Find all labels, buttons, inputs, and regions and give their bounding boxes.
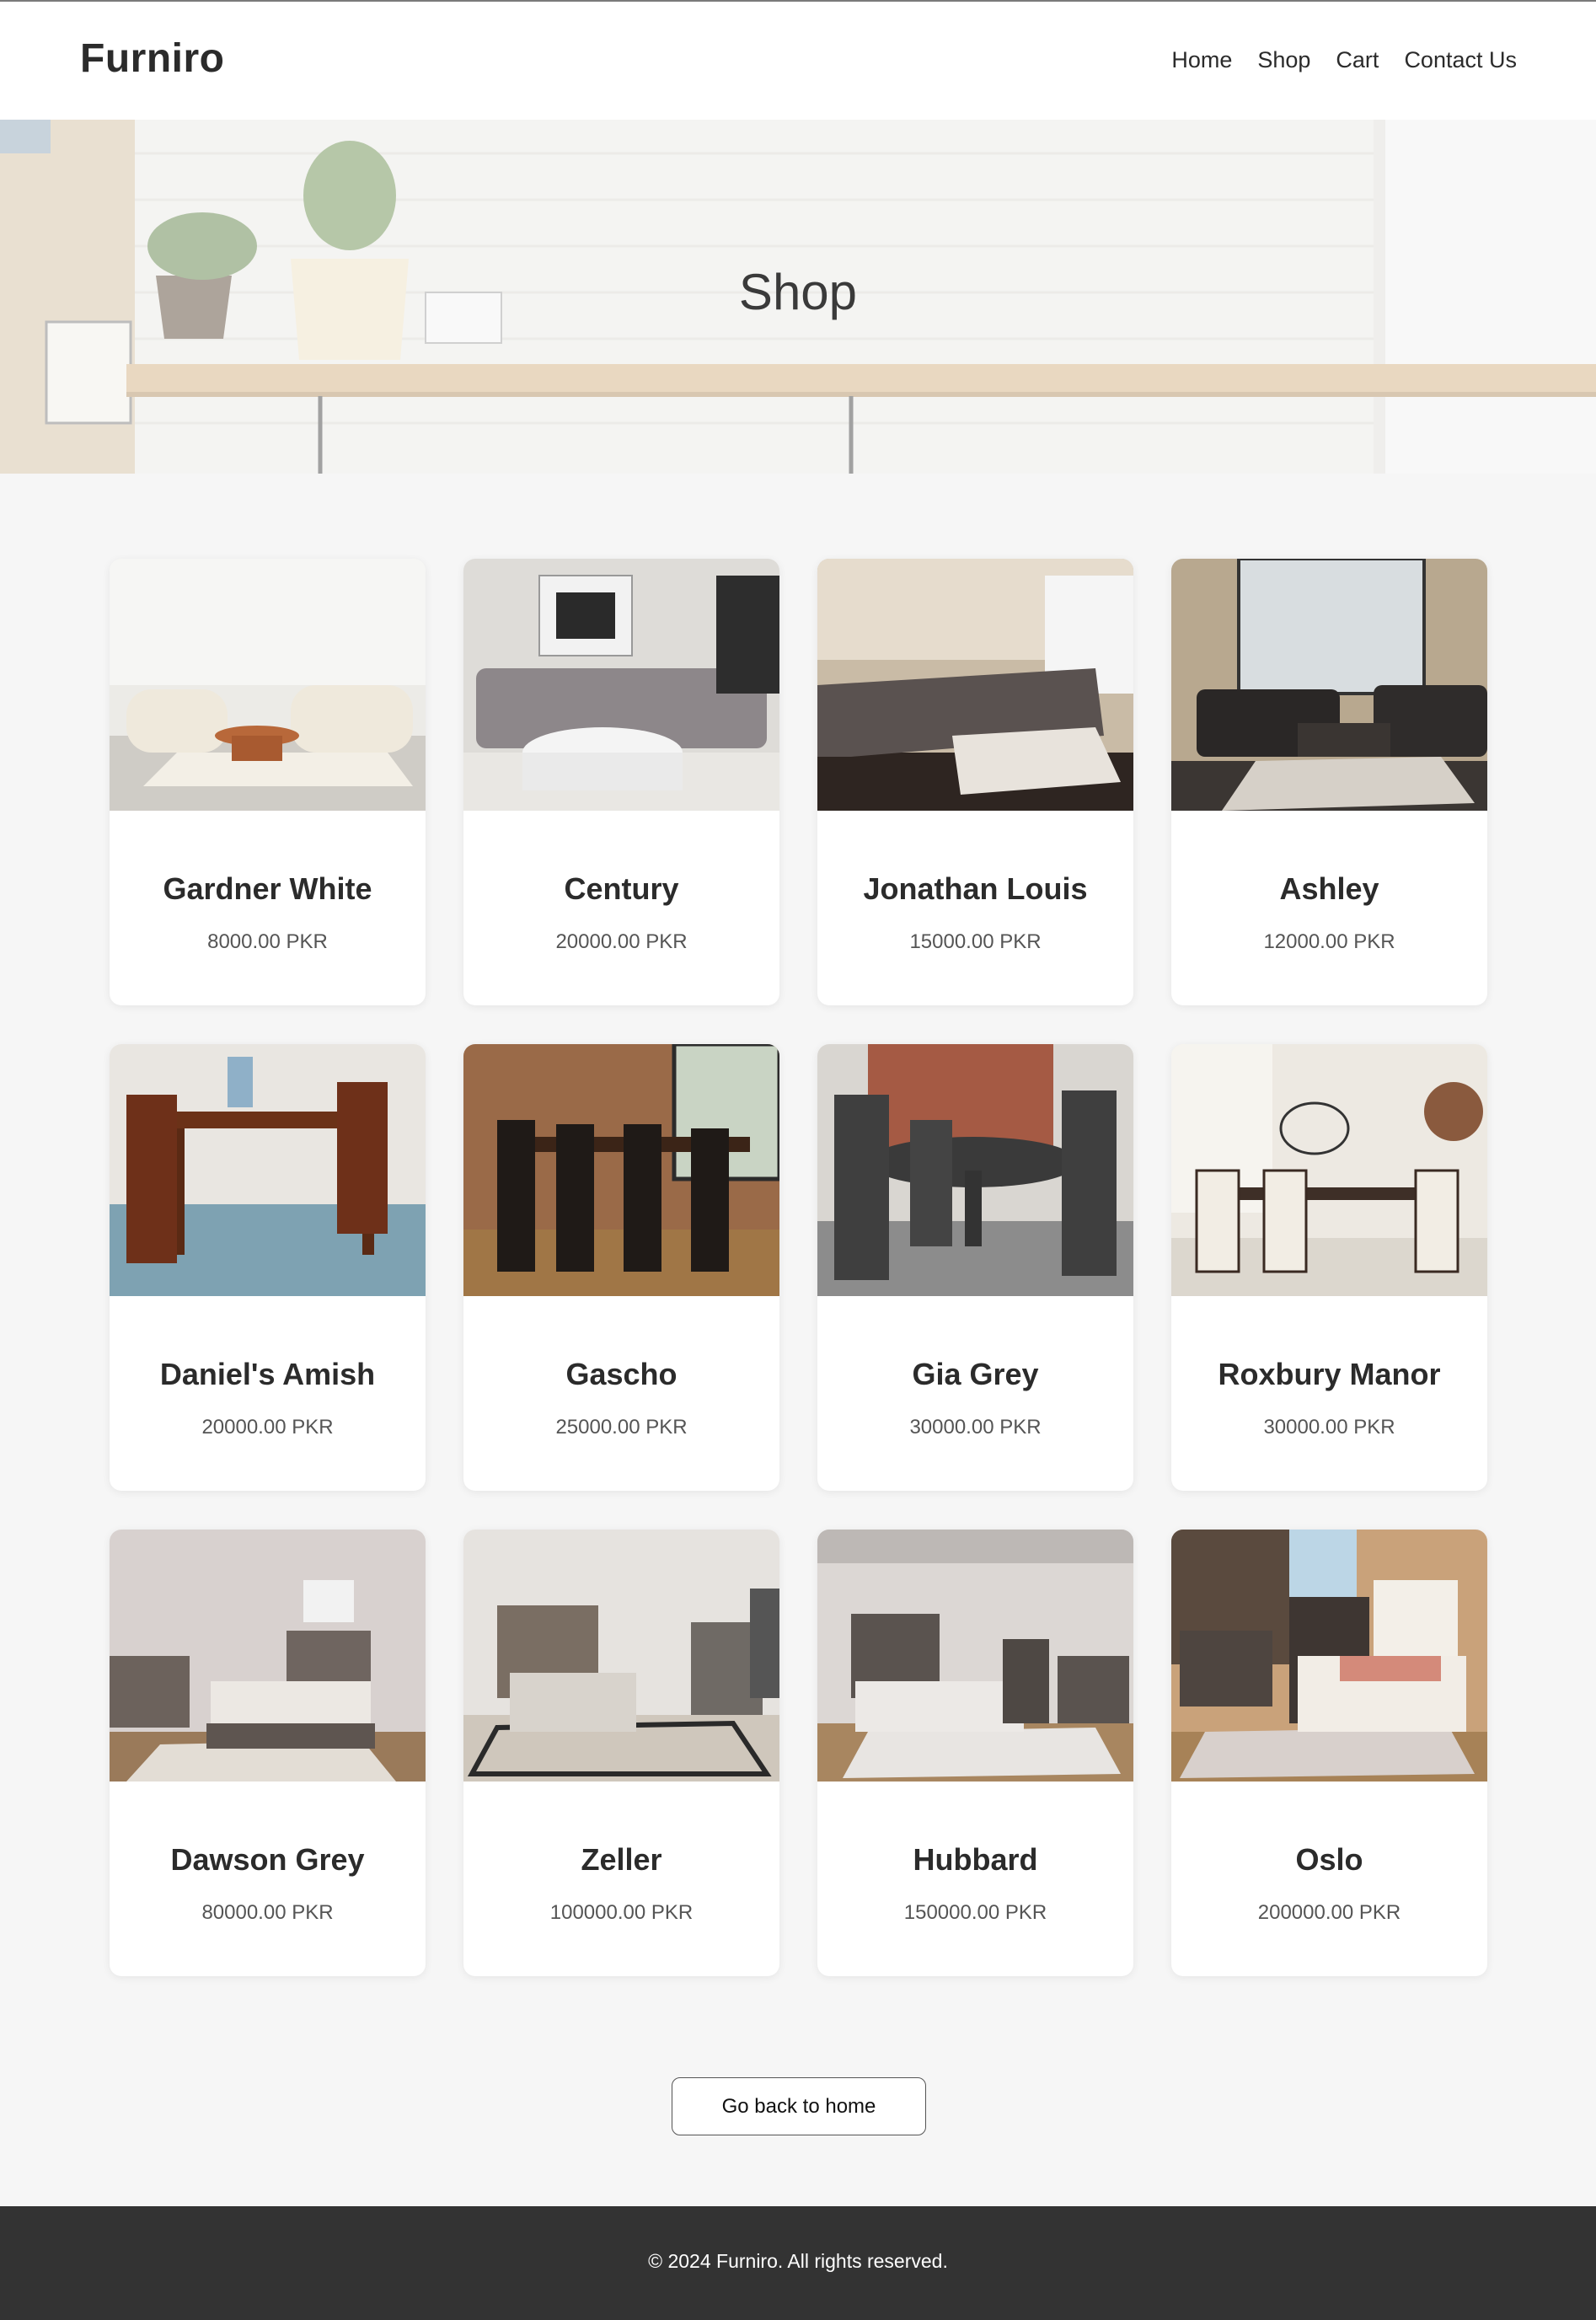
nav-shop-link[interactable]: Shop (1257, 47, 1310, 73)
product-image (1171, 1044, 1487, 1296)
product-grid: Gardner White 8000.00 PKR Century 20000.… (110, 559, 1487, 1976)
product-card[interactable]: Jonathan Louis 15000.00 PKR (817, 559, 1133, 1005)
product-name: Jonathan Louis (863, 871, 1088, 906)
product-price: 80000.00 PKR (201, 1901, 334, 1924)
main-nav: Home Shop Cart Contact Us (1171, 47, 1517, 73)
nav-cart-link[interactable]: Cart (1336, 47, 1379, 73)
product-name: Gia Grey (912, 1357, 1039, 1391)
product-card[interactable]: Zeller 100000.00 PKR (463, 1530, 779, 1976)
product-price: 150000.00 PKR (903, 1901, 1047, 1924)
product-image (1171, 559, 1487, 811)
product-card[interactable]: Dawson Grey 80000.00 PKR (110, 1530, 426, 1976)
product-name: Oslo (1295, 1842, 1363, 1877)
product-image (463, 1530, 779, 1782)
product-card[interactable]: Gascho 25000.00 PKR (463, 1044, 779, 1491)
product-price: 20000.00 PKR (201, 1416, 334, 1439)
product-price: 30000.00 PKR (909, 1416, 1042, 1439)
site-header: Furniro Home Shop Cart Contact Us (0, 0, 1596, 120)
go-back-home-button[interactable]: Go back to home (672, 2077, 926, 2135)
hero-banner: Shop (0, 120, 1596, 474)
product-price: 100000.00 PKR (549, 1901, 694, 1924)
product-card[interactable]: Roxbury Manor 30000.00 PKR (1171, 1044, 1487, 1491)
product-price: 25000.00 PKR (555, 1416, 688, 1439)
product-image (1171, 1530, 1487, 1782)
product-name: Gardner White (163, 871, 372, 906)
product-card[interactable]: Hubbard 150000.00 PKR (817, 1530, 1133, 1976)
product-image (817, 1044, 1133, 1296)
nav-contact-link[interactable]: Contact Us (1404, 47, 1517, 73)
product-image (110, 1044, 426, 1296)
product-image (463, 1044, 779, 1296)
page-title: Shop (738, 264, 858, 320)
product-card[interactable]: Gia Grey 30000.00 PKR (817, 1044, 1133, 1491)
product-card[interactable]: Gardner White 8000.00 PKR (110, 559, 426, 1005)
product-image (817, 559, 1133, 811)
product-name: Century (564, 871, 679, 906)
product-image (110, 1530, 426, 1782)
site-footer: © 2024 Furniro. All rights reserved. (0, 2206, 1596, 2320)
product-image (463, 559, 779, 811)
product-price: 8000.00 PKR (207, 930, 328, 953)
product-name: Ashley (1279, 871, 1379, 906)
product-price: 15000.00 PKR (909, 930, 1042, 953)
product-card[interactable]: Daniel's Amish 20000.00 PKR (110, 1044, 426, 1491)
product-name: Zeller (581, 1842, 662, 1877)
product-price: 12000.00 PKR (1263, 930, 1395, 953)
product-card[interactable]: Century 20000.00 PKR (463, 559, 779, 1005)
product-image (817, 1530, 1133, 1782)
product-price: 30000.00 PKR (1263, 1416, 1395, 1439)
product-name: Hubbard (913, 1842, 1038, 1877)
product-price: 200000.00 PKR (1257, 1901, 1401, 1924)
product-name: Gascho (565, 1357, 677, 1391)
product-card[interactable]: Oslo 200000.00 PKR (1171, 1530, 1487, 1976)
product-image (110, 559, 426, 811)
site-logo[interactable]: Furniro (80, 35, 224, 82)
product-name: Roxbury Manor (1218, 1357, 1441, 1391)
product-card[interactable]: Ashley 12000.00 PKR (1171, 559, 1487, 1005)
nav-home-link[interactable]: Home (1171, 47, 1232, 73)
product-name: Daniel's Amish (159, 1357, 376, 1391)
footer-copyright: © 2024 Furniro. All rights reserved. (648, 2250, 948, 2272)
product-name: Dawson Grey (170, 1842, 365, 1877)
product-price: 20000.00 PKR (555, 930, 688, 953)
